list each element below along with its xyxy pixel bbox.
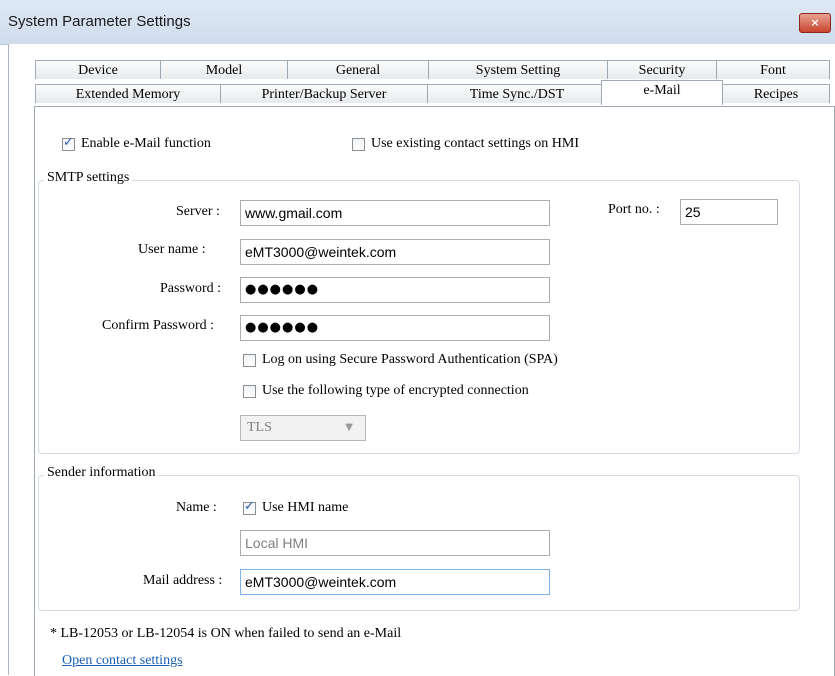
- tab-system-setting[interactable]: System Setting: [428, 60, 608, 79]
- server-label: Server :: [176, 204, 220, 219]
- sender-name-input[interactable]: Local HMI: [240, 530, 550, 556]
- encrypted-connection-checkbox[interactable]: [243, 385, 256, 398]
- use-hmi-name-checkbox[interactable]: [243, 499, 256, 515]
- sender-name-label: Name :: [176, 500, 217, 515]
- encryption-type-value: TLS: [247, 420, 272, 435]
- tab-extended-memory[interactable]: Extended Memory: [35, 84, 221, 103]
- tab-security[interactable]: Security: [607, 60, 717, 79]
- use-existing-contact-checkbox[interactable]: [352, 138, 365, 151]
- tab-e-mail[interactable]: e-Mail: [601, 80, 723, 105]
- tab-font[interactable]: Font: [716, 60, 830, 79]
- chevron-down-icon: ▼: [345, 422, 353, 433]
- close-icon: ×: [810, 16, 820, 29]
- enable-email-label: Enable e-Mail function: [81, 136, 211, 151]
- mail-address-label: Mail address :: [143, 573, 223, 588]
- tab-device[interactable]: Device: [35, 60, 161, 79]
- window-title: System Parameter Settings: [8, 13, 191, 30]
- tab-time-sync-dst[interactable]: Time Sync./DST: [427, 84, 607, 103]
- enable-email-checkbox[interactable]: [62, 135, 75, 151]
- use-hmi-name-label: Use HMI name: [262, 500, 349, 515]
- smtp-settings-legend: SMTP settings: [44, 170, 133, 186]
- port-input[interactable]: 25: [680, 199, 778, 225]
- tab-printer-backup-server[interactable]: Printer/Backup Server: [220, 84, 428, 103]
- tab-model[interactable]: Model: [160, 60, 288, 79]
- port-label: Port no. :: [608, 202, 660, 217]
- spa-label: Log on using Secure Password Authenticat…: [262, 352, 558, 367]
- encryption-type-select[interactable]: TLS ▼: [240, 415, 366, 441]
- use-existing-contact-label: Use existing contact settings on HMI: [371, 136, 580, 151]
- failure-note: * LB-12053 or LB-12054 is ON when failed…: [50, 626, 402, 641]
- confirm-password-input[interactable]: ●●●●●●: [240, 315, 550, 341]
- server-input[interactable]: www.gmail.com: [240, 200, 550, 226]
- tab-recipes[interactable]: Recipes: [722, 84, 830, 103]
- sender-information-legend: Sender information: [44, 465, 159, 481]
- username-label: User name :: [138, 242, 206, 257]
- username-input[interactable]: eMT3000@weintek.com: [240, 239, 550, 265]
- password-input[interactable]: ●●●●●●: [240, 277, 550, 303]
- spa-checkbox[interactable]: [243, 354, 256, 367]
- password-label: Password :: [160, 281, 222, 296]
- encrypted-connection-label: Use the following type of encrypted conn…: [262, 383, 529, 398]
- tab-row-bottom: Extended Memory Printer/Backup Server Ti…: [35, 80, 835, 105]
- confirm-password-label: Confirm Password :: [102, 318, 214, 333]
- mail-address-input[interactable]: eMT3000@weintek.com: [240, 569, 550, 595]
- close-button[interactable]: ×: [799, 13, 831, 33]
- tab-general[interactable]: General: [287, 60, 429, 79]
- tab-row-top: Device Model General System Setting Secu…: [35, 60, 835, 80]
- title-bar: System Parameter Settings ×: [0, 0, 835, 45]
- open-contact-settings-link[interactable]: Open contact settings: [62, 653, 183, 669]
